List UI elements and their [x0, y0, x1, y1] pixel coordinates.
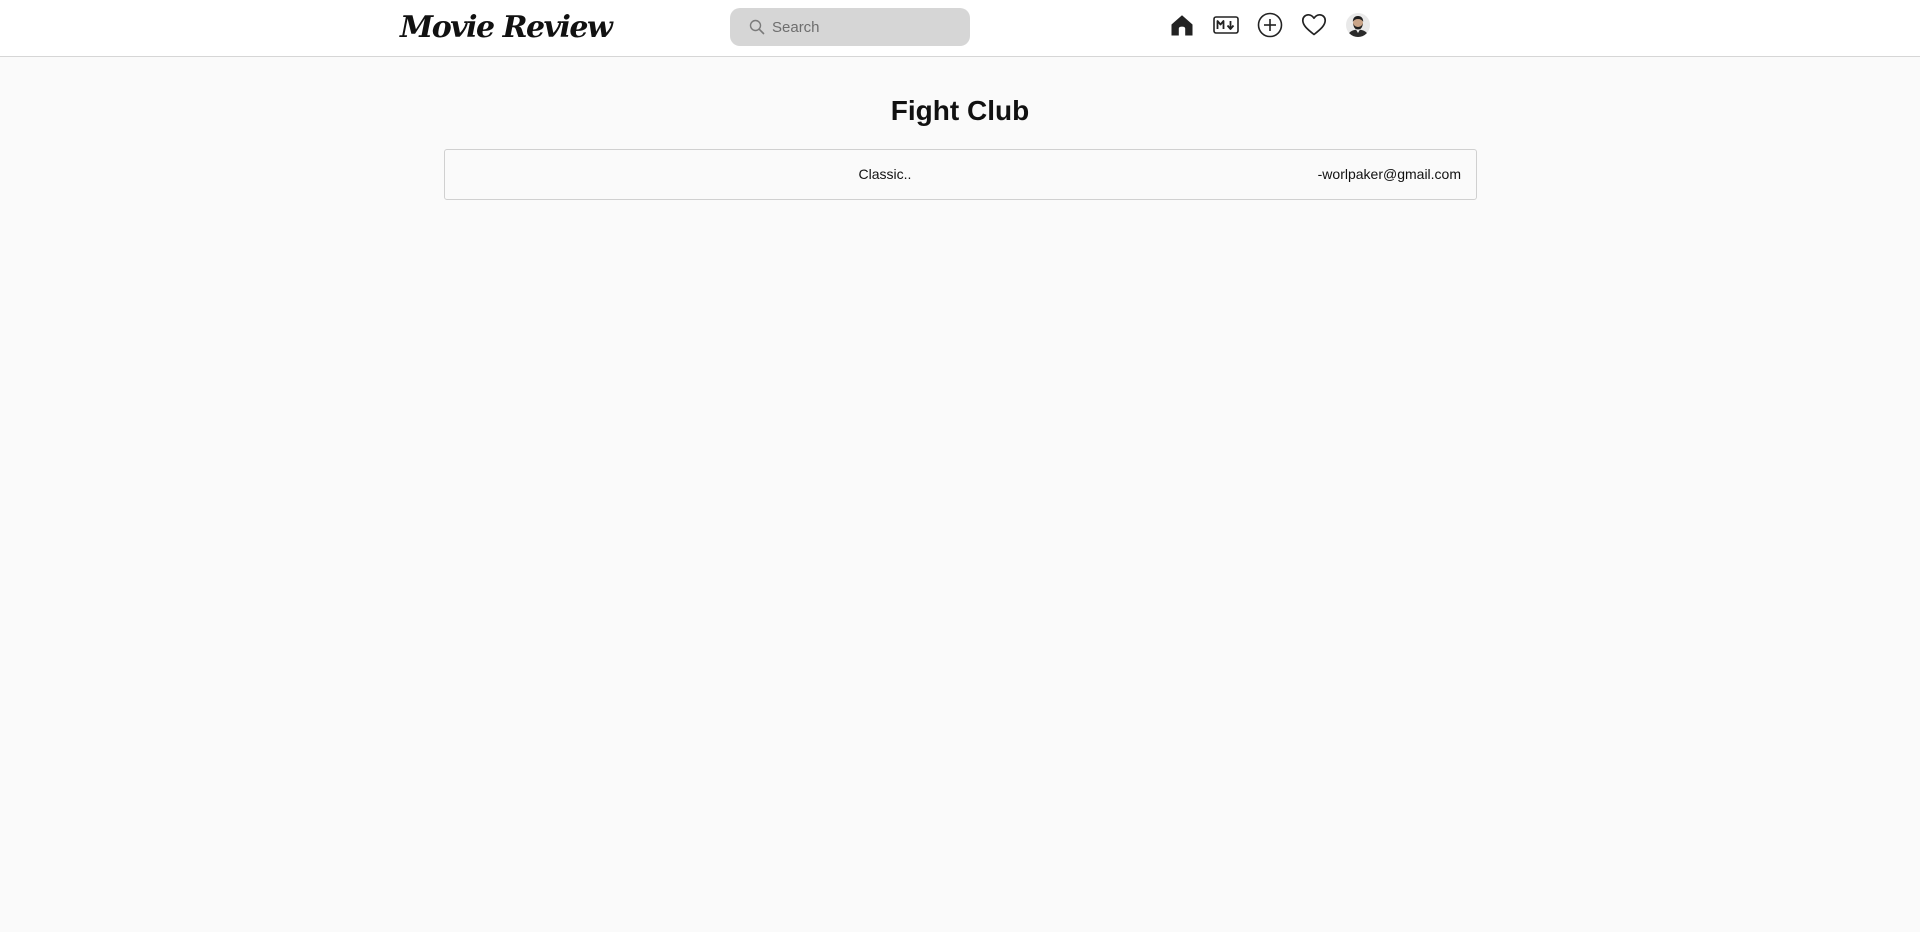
logo[interactable]: Movie Review — [400, 6, 613, 50]
search-icon — [748, 18, 766, 36]
add-circle-icon[interactable] — [1256, 11, 1284, 39]
review-text: Classic.. — [858, 166, 912, 182]
top-navigation-bar: Movie Review — [0, 0, 1920, 57]
review-card: Classic.. -worlpaker@gmail.com — [444, 149, 1477, 200]
search-input[interactable] — [772, 12, 962, 42]
markdown-icon[interactable] — [1212, 11, 1240, 39]
review-author: -worlpaker@gmail.com — [1317, 166, 1461, 182]
heart-icon[interactable] — [1300, 11, 1328, 39]
avatar[interactable] — [1344, 11, 1372, 39]
nav-icons — [1168, 11, 1372, 39]
home-icon[interactable] — [1168, 11, 1196, 39]
search-box[interactable] — [730, 8, 970, 46]
page-title: Fight Club — [890, 95, 1030, 126]
